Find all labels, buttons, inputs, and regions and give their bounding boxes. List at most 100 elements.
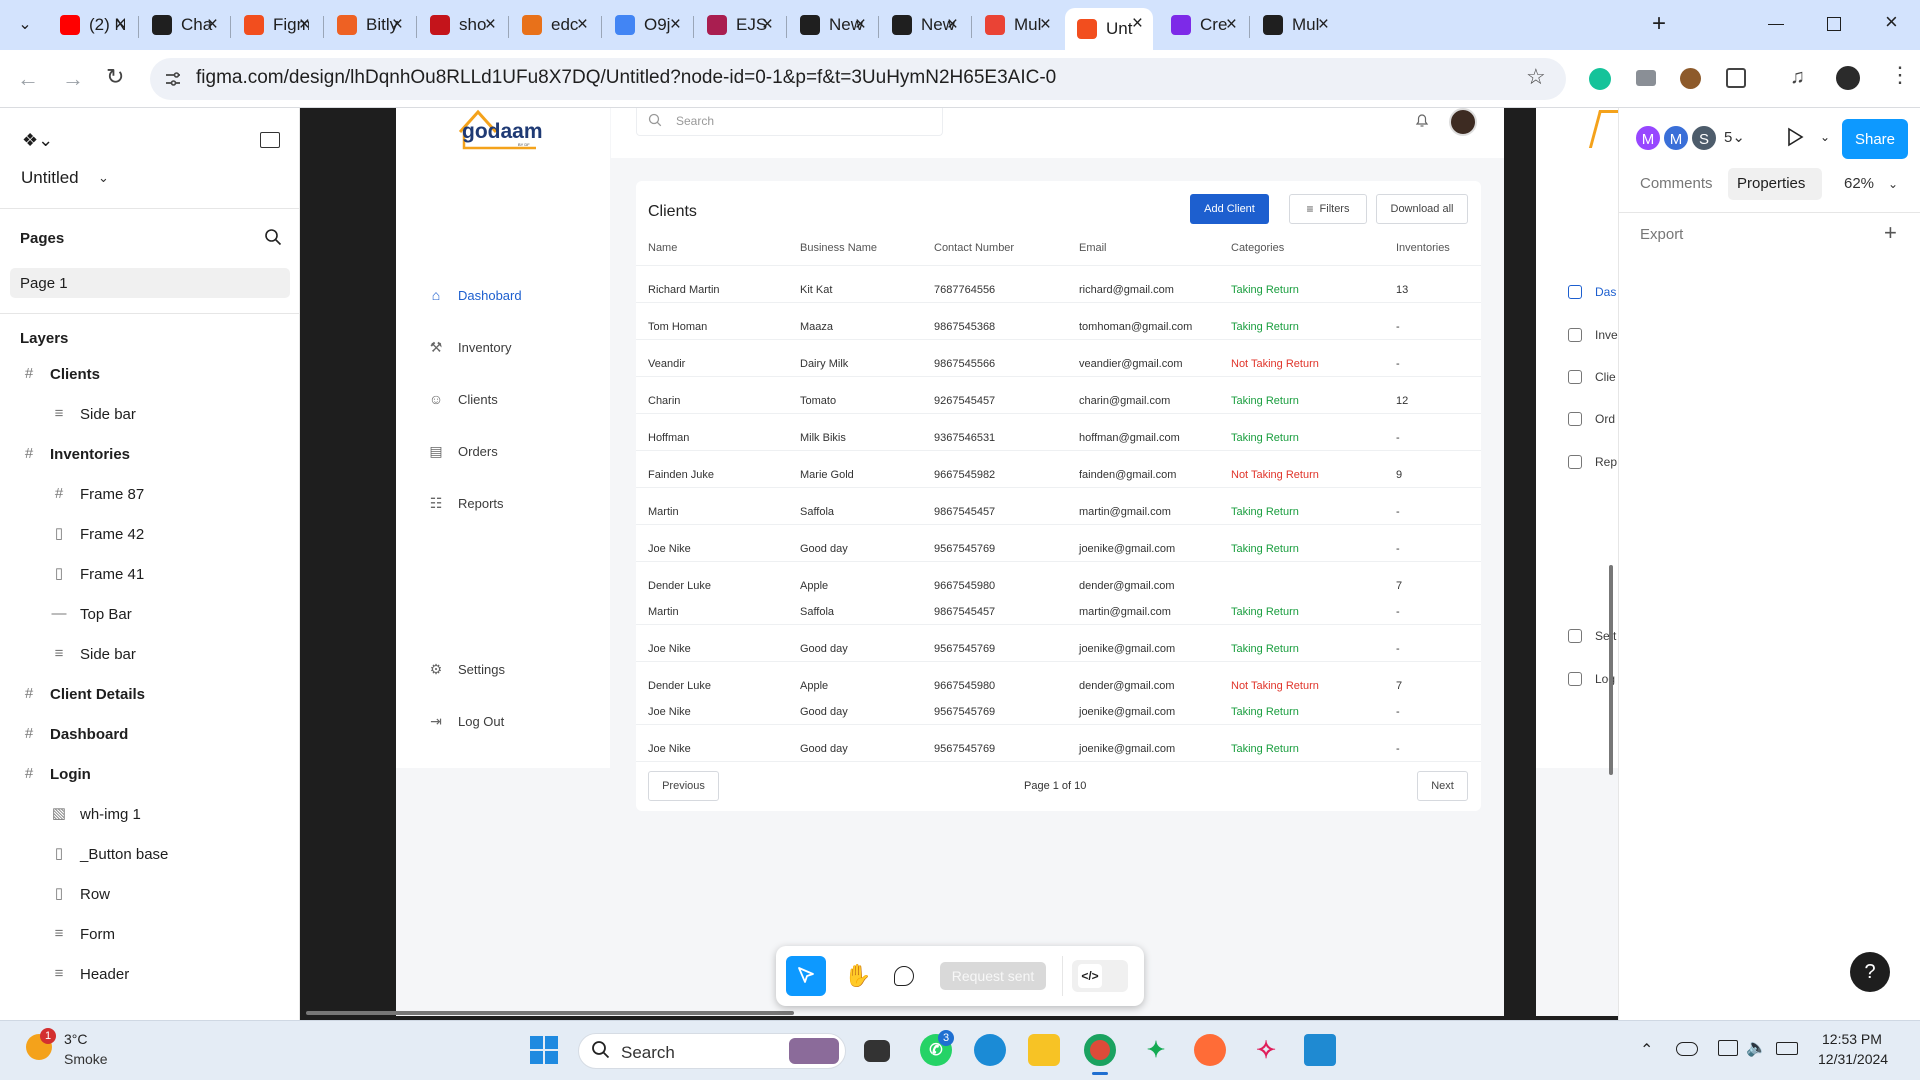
weather-desc[interactable]: Smoke [64, 1051, 108, 1067]
browser-tab[interactable]: Mul × [1251, 9, 1339, 41]
extension-grammarly-icon[interactable] [1589, 68, 1611, 90]
browser-tab[interactable]: sho × [418, 9, 506, 41]
extensions-icon[interactable] [1726, 68, 1746, 88]
chrome-icon[interactable] [1084, 1034, 1116, 1066]
start-button[interactable] [530, 1036, 558, 1064]
layer-item[interactable]: # Client Details [0, 676, 300, 712]
page-item-page-1[interactable]: Page 1 [10, 268, 290, 298]
battery-icon[interactable] [1776, 1042, 1798, 1055]
close-tab-icon[interactable]: × [1040, 14, 1051, 36]
edge-icon[interactable] [974, 1034, 1006, 1066]
help-icon[interactable]: ? [1850, 952, 1890, 992]
nav-item-log-out[interactable]: ⇥ Log Out [428, 709, 504, 733]
onedrive-icon[interactable] [1676, 1042, 1698, 1056]
layer-item[interactable]: ≡ Side bar [0, 636, 300, 672]
close-tab-icon[interactable]: × [762, 14, 773, 36]
horizontal-scrollbar[interactable] [306, 1011, 794, 1015]
close-tab-icon[interactable]: × [485, 14, 496, 36]
next-button[interactable]: Next [1417, 771, 1468, 801]
cookie-icon[interactable] [1680, 68, 1701, 89]
tab-properties[interactable]: Properties [1728, 168, 1822, 200]
close-window-icon[interactable]: × [1885, 9, 1898, 35]
new-tab-icon[interactable]: + [1652, 10, 1666, 38]
vscode-icon[interactable] [1304, 1034, 1336, 1066]
close-tab-icon[interactable]: × [299, 14, 310, 36]
present-chevron-icon[interactable]: ⌄ [1820, 130, 1830, 144]
browser-tab[interactable]: Figm × [232, 9, 320, 41]
clock-date[interactable]: 12/31/2024 [1818, 1051, 1888, 1067]
reload-icon[interactable]: ↻ [106, 64, 124, 90]
share-button[interactable]: Share [1842, 119, 1908, 159]
task-view-icon[interactable] [864, 1040, 890, 1062]
taskbar-search[interactable]: Search [578, 1033, 846, 1069]
layer-item[interactable]: # Login [0, 756, 300, 792]
browser-tab[interactable]: Bitly × [325, 9, 413, 41]
clock-time[interactable]: 12:53 PM [1822, 1031, 1882, 1047]
close-tab-icon[interactable]: × [1318, 14, 1329, 36]
collaborator-count[interactable]: 5⌄ [1724, 128, 1745, 146]
mongodb-icon[interactable]: ✦ [1140, 1034, 1172, 1066]
media-control-icon[interactable]: ♫ [1790, 66, 1805, 89]
camera-icon[interactable] [1636, 70, 1656, 86]
filters-button[interactable]: ≡ Filters [1289, 194, 1367, 224]
tab-list-icon[interactable]: ⌄ [14, 14, 36, 36]
user-avatar[interactable] [1449, 108, 1477, 136]
layer-item[interactable]: ▯ Frame 41 [0, 556, 300, 592]
nav-item-orders[interactable]: ▤ Orders [428, 439, 497, 463]
dev-mode-toggle[interactable]: </> [1072, 960, 1128, 992]
close-tab-icon[interactable]: × [577, 14, 588, 36]
profile-avatar[interactable] [1836, 66, 1860, 90]
browser-tab[interactable]: O9j × [603, 9, 691, 41]
close-tab-icon[interactable]: × [1226, 14, 1237, 36]
canvas-scrollbar[interactable] [1609, 565, 1613, 775]
close-tab-icon[interactable]: × [207, 14, 218, 36]
layer-item[interactable]: ▯ Frame 42 [0, 516, 300, 552]
figma-menu-icon[interactable]: ❖⌄ [22, 130, 53, 151]
browser-tab[interactable]: Cre × [1159, 9, 1247, 41]
file-explorer-icon[interactable] [1028, 1034, 1060, 1066]
collaborator-avatar[interactable]: M [1634, 124, 1662, 152]
close-tab-icon[interactable]: × [392, 14, 403, 36]
layer-item[interactable]: # Clients [0, 356, 300, 392]
close-tab-icon[interactable]: × [947, 14, 958, 36]
add-client-button[interactable]: Add Client [1190, 194, 1269, 224]
previous-button[interactable]: Previous [648, 771, 719, 801]
display-icon[interactable] [1718, 1040, 1738, 1056]
nav-item-settings[interactable]: ⚙ Settings [428, 657, 505, 681]
browser-tab[interactable]: New × [788, 9, 876, 41]
file-name[interactable]: Untitled [21, 168, 79, 188]
layer-item[interactable]: # Inventories [0, 436, 300, 472]
nav-item-dashobard[interactable]: ⌂ Dashobard [428, 283, 522, 307]
duplicate-frame[interactable]: Das Inve Clie Ord Rep Sett Log [1536, 108, 1624, 1016]
close-tab-icon[interactable]: × [855, 14, 866, 36]
close-tab-icon[interactable]: × [115, 14, 126, 36]
close-tab-icon[interactable]: × [1132, 13, 1143, 35]
hand-tool-icon[interactable]: ✋ [844, 963, 871, 989]
search-pages-icon[interactable] [264, 228, 282, 246]
download-all-button[interactable]: Download all [1376, 194, 1468, 224]
url-text[interactable]: figma.com/design/lhDqnhOu8RLLd1UFu8X7DQ/… [196, 67, 1056, 89]
layer-item[interactable]: ≡ Side bar [0, 396, 300, 432]
restore-icon[interactable] [1827, 17, 1841, 31]
browser-tab[interactable]: Mul × [973, 9, 1061, 41]
column-header[interactable]: Business Name [800, 242, 877, 254]
layer-item[interactable]: # Dashboard [0, 716, 300, 752]
postman-icon[interactable] [1194, 1034, 1226, 1066]
tab-comments[interactable]: Comments [1640, 175, 1713, 192]
layer-item[interactable]: ▧ wh-img 1 [0, 796, 300, 832]
site-info-icon[interactable] [164, 70, 182, 88]
column-header[interactable]: Name [648, 242, 677, 254]
layer-item[interactable]: ≡ Header [0, 956, 300, 992]
column-header[interactable]: Inventories [1396, 242, 1450, 254]
volume-icon[interactable]: 🔈 [1746, 1038, 1767, 1058]
browser-tab[interactable]: Unt × [1065, 8, 1153, 50]
collaborator-avatar[interactable]: M [1662, 124, 1690, 152]
slack-icon[interactable]: ✧ [1250, 1034, 1282, 1066]
column-header[interactable]: Categories [1231, 242, 1284, 254]
present-icon[interactable] [1786, 127, 1804, 147]
zoom-control[interactable]: 62% ⌄ [1844, 175, 1898, 192]
browser-tab[interactable]: Cha × [140, 9, 228, 41]
collaborator-avatar[interactable]: S [1690, 124, 1718, 152]
request-sent-button[interactable]: Request sent [940, 962, 1046, 990]
file-menu-chevron-icon[interactable]: ⌄ [98, 170, 109, 186]
